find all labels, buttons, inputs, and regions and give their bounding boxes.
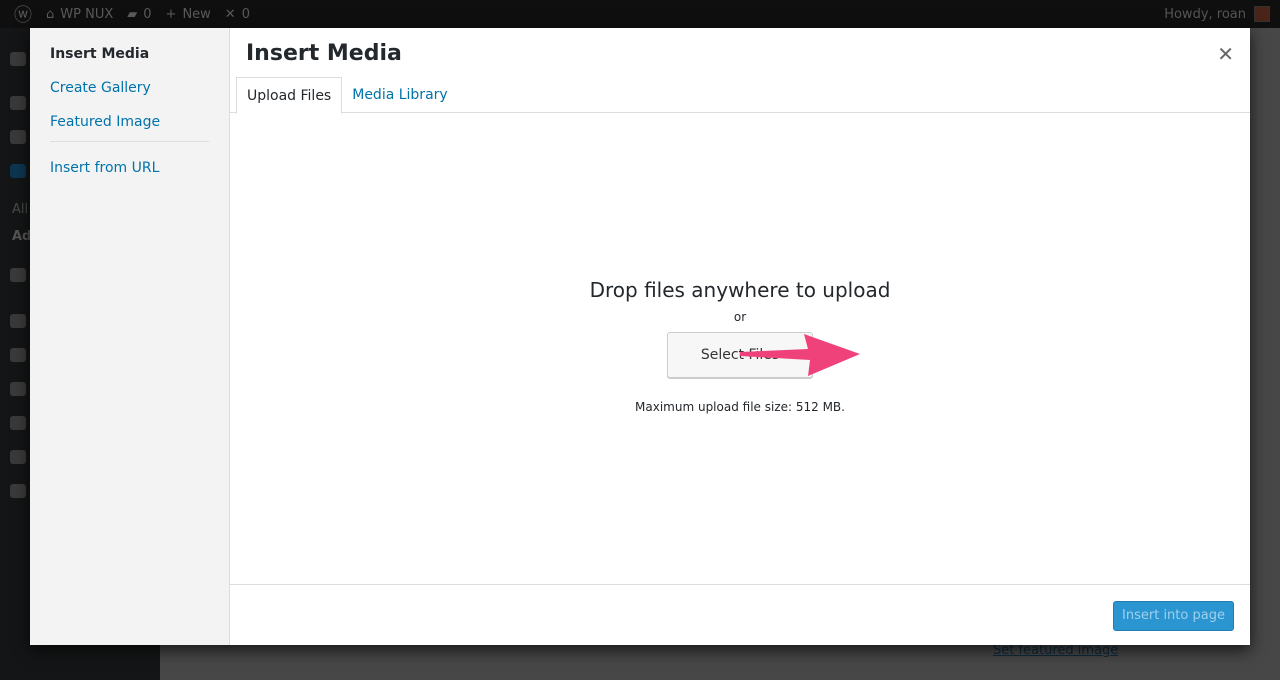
insert-media-modal: Insert Media Create Gallery Featured Ima… [30,28,1250,645]
comments-icon [10,268,26,282]
appearance-icon [10,314,26,328]
menu-featured-image[interactable]: Featured Image [30,114,229,148]
settings-icon [10,450,26,464]
home-icon: ⌂ [46,6,55,22]
menu-insert-media[interactable]: Insert Media [30,46,229,80]
tab-upload-files[interactable]: Upload Files [236,77,343,114]
site-name-link[interactable]: ⌂ WP NUX [46,7,113,22]
plugins-icon [10,348,26,362]
updates-link[interactable]: ✕ 0 [225,7,250,22]
new-label: New [182,6,211,22]
comment-icon: ▰ [127,6,138,22]
users-icon [10,382,26,396]
sidebar-add: Ad [12,229,32,244]
avatar [1254,6,1270,22]
media-icon [10,130,26,144]
tab-media-library[interactable]: Media Library [342,77,457,112]
modal-title: Insert Media [246,41,402,66]
menu-divider [50,141,209,142]
dashboard-icon [10,52,26,66]
updates-count: 0 [241,6,250,22]
drop-instructions: Drop files anywhere to upload [589,278,891,302]
max-upload-size: Maximum upload file size: 512 MB. [635,400,845,414]
media-tabs: Upload Files Media Library [230,77,1250,114]
menu-insert-from-url[interactable]: Insert from URL [30,160,229,194]
admin-bar: ⓦ ⌂ WP NUX ▰ 0 + New ✕ 0 Howdy, roan [0,0,1280,28]
plus-icon: + [165,6,177,22]
set-featured-image-link[interactable]: Set featured image [993,643,1118,658]
wordpress-logo-icon[interactable]: ⓦ [14,1,32,27]
close-icon[interactable]: ✕ [1217,42,1234,66]
media-toolbar: Insert into page [230,584,1250,645]
new-content-link[interactable]: + New [166,7,211,22]
comments-link[interactable]: ▰ 0 [127,7,151,22]
collapse-icon [10,484,26,498]
pin-icon [10,96,26,110]
tools-icon [10,416,26,430]
menu-create-gallery[interactable]: Create Gallery [30,80,229,114]
insert-into-page-button[interactable]: Insert into page [1113,601,1234,631]
pages-icon [10,164,26,178]
or-text: or [733,310,747,324]
site-name: WP NUX [60,6,114,22]
comments-count: 0 [143,6,152,22]
plugin-icon: ✕ [224,6,236,22]
howdy-text: Howdy, roan [1164,6,1246,22]
sidebar-all: All [12,202,29,217]
media-menu: Insert Media Create Gallery Featured Ima… [30,28,230,645]
media-frame: Insert Media ✕ Upload Files Media Librar… [230,28,1250,645]
arrow-annotation-icon [740,334,860,376]
account-menu[interactable]: Howdy, roan [1164,0,1270,28]
